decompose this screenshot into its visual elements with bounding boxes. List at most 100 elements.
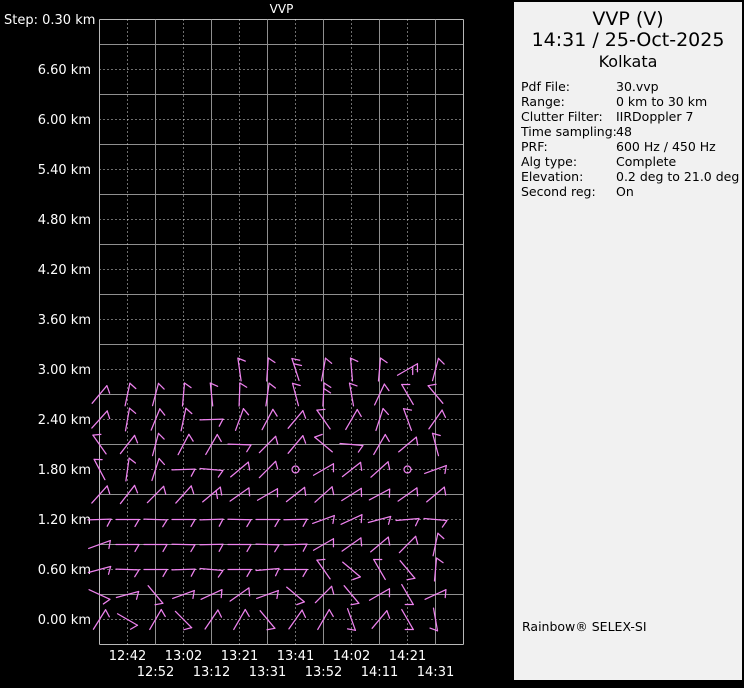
wind-barb-line <box>246 444 252 453</box>
wind-barb-line <box>158 457 166 466</box>
wind-barb-line <box>415 436 419 446</box>
wind-barb-line <box>396 363 419 376</box>
wind-barb-line <box>301 609 307 618</box>
wind-barb <box>151 457 166 482</box>
y-axis-label: 3.00 km <box>38 363 91 378</box>
wind-barb-line <box>246 519 252 528</box>
wind-barb-line <box>192 589 195 600</box>
wind-barb-line <box>443 486 447 496</box>
wind-barb-line <box>441 519 448 528</box>
wind-barb <box>342 561 361 581</box>
wind-barb-line <box>129 382 137 390</box>
wind-barb-line <box>185 407 193 415</box>
wind-barb-line <box>248 587 251 597</box>
wind-barb <box>125 457 137 482</box>
x-axis-label: 14:31 <box>417 665 454 680</box>
field-value: 48 <box>616 124 632 139</box>
time-height-plot: VVP Step: 0.30 km 6.60 km 6.00 km 5.40 km 4.8… <box>4 2 464 680</box>
wind-barb-line <box>346 628 357 631</box>
y-axis-label: 0.60 km <box>38 563 91 578</box>
wind-barb <box>396 363 419 376</box>
y-axis-label: 1.80 km <box>38 463 91 478</box>
wind-barb-line <box>316 408 326 411</box>
wind-barb-line <box>283 543 308 546</box>
wind-barb-line <box>134 518 140 528</box>
wind-barb-line <box>383 383 390 392</box>
wind-barb <box>115 518 140 528</box>
field-row-alg-type: Alg type: Complete <box>521 154 742 169</box>
y-axis-label: 0.00 km <box>38 613 91 628</box>
wind-barb-line <box>106 385 111 394</box>
wind-barb <box>115 590 140 600</box>
field-row-elevation: Elevation: 0.2 deg to 21.0 deg <box>521 169 742 184</box>
wind-barb-line <box>162 568 168 578</box>
wind-barb-line <box>143 518 168 521</box>
wind-barb-line <box>437 532 445 540</box>
wind-barb <box>180 407 193 432</box>
wind-barb-line <box>324 357 333 364</box>
wind-barb <box>234 408 250 431</box>
panel-title: VVP (V) <box>592 8 664 30</box>
wind-barb-line <box>217 609 223 618</box>
y-axis-label: 6.60 km <box>38 63 91 78</box>
wind-barb <box>150 408 166 431</box>
y-axis-label: 5.40 km <box>38 163 91 178</box>
wind-barb-line <box>87 518 112 521</box>
wind-barb-line <box>382 407 390 416</box>
x-axis-label: 14:11 <box>361 665 398 680</box>
wind-barb-line <box>157 382 165 390</box>
wind-barb-line <box>360 514 363 524</box>
wind-barb-line <box>217 569 224 578</box>
wind-barb-line <box>246 568 252 578</box>
wind-barb-line <box>247 461 251 471</box>
wind-barb-line <box>332 514 335 525</box>
wind-barb-line <box>255 543 280 546</box>
wind-barb-line <box>171 468 196 471</box>
wind-barb-line <box>387 536 391 546</box>
wind-barb-line <box>115 568 140 571</box>
y-axis-label: 4.20 km <box>38 263 91 278</box>
wind-barb-line <box>268 382 277 389</box>
wind-barb-line <box>429 627 439 632</box>
wind-barb-line <box>323 387 332 394</box>
wind-barb-line <box>415 535 419 545</box>
wind-barb <box>171 518 196 528</box>
wind-barb-line <box>133 484 139 494</box>
wind-barb-line <box>216 433 222 443</box>
vvp-window: { "plot": { "title": "VVP", "step_label"… <box>0 0 744 688</box>
wind-barb <box>375 407 390 432</box>
wind-barb-line <box>331 486 335 496</box>
wind-barb-line <box>331 585 335 595</box>
field-row-range: Range: 0 km to 30 km <box>521 94 742 109</box>
field-value: 0 km to 30 km <box>616 94 708 109</box>
wind-barb-line <box>296 601 305 606</box>
wind-barb-line <box>227 443 252 446</box>
wind-barb-line <box>134 569 140 578</box>
wind-barb-line <box>174 610 193 629</box>
field-label: Second reg: <box>521 184 596 199</box>
wind-barb-line <box>441 409 447 418</box>
field-label: Time sampling: <box>521 124 617 139</box>
field-label: Pdf File: <box>521 79 570 94</box>
field-row-clutter-filter: Clutter Filter: IIRDoppler 7 <box>521 109 742 124</box>
y-axis-label: 2.40 km <box>38 413 91 428</box>
wind-barb-line <box>125 457 130 482</box>
wind-barb-line <box>183 627 193 631</box>
field-row-time-sampling: Time sampling: 48 <box>521 124 742 139</box>
wind-barb <box>283 568 308 578</box>
wind-barb-line <box>267 357 276 364</box>
wind-barb <box>174 610 193 631</box>
field-row-second-reg: Second reg: On <box>521 184 742 199</box>
wind-barb <box>288 609 307 630</box>
wind-barb-line <box>162 519 168 528</box>
x-axis-label: 13:31 <box>249 665 286 680</box>
wind-barb-line <box>416 487 419 497</box>
x-axis-label: 12:42 <box>109 649 146 664</box>
wind-barb-line <box>159 408 166 416</box>
wind-barb-line <box>92 433 102 436</box>
wind-barb <box>343 585 360 606</box>
wind-barb-line <box>435 557 444 564</box>
wind-barb-line <box>352 576 361 581</box>
wind-barb-line <box>128 457 137 464</box>
wind-barb-line <box>350 602 360 606</box>
